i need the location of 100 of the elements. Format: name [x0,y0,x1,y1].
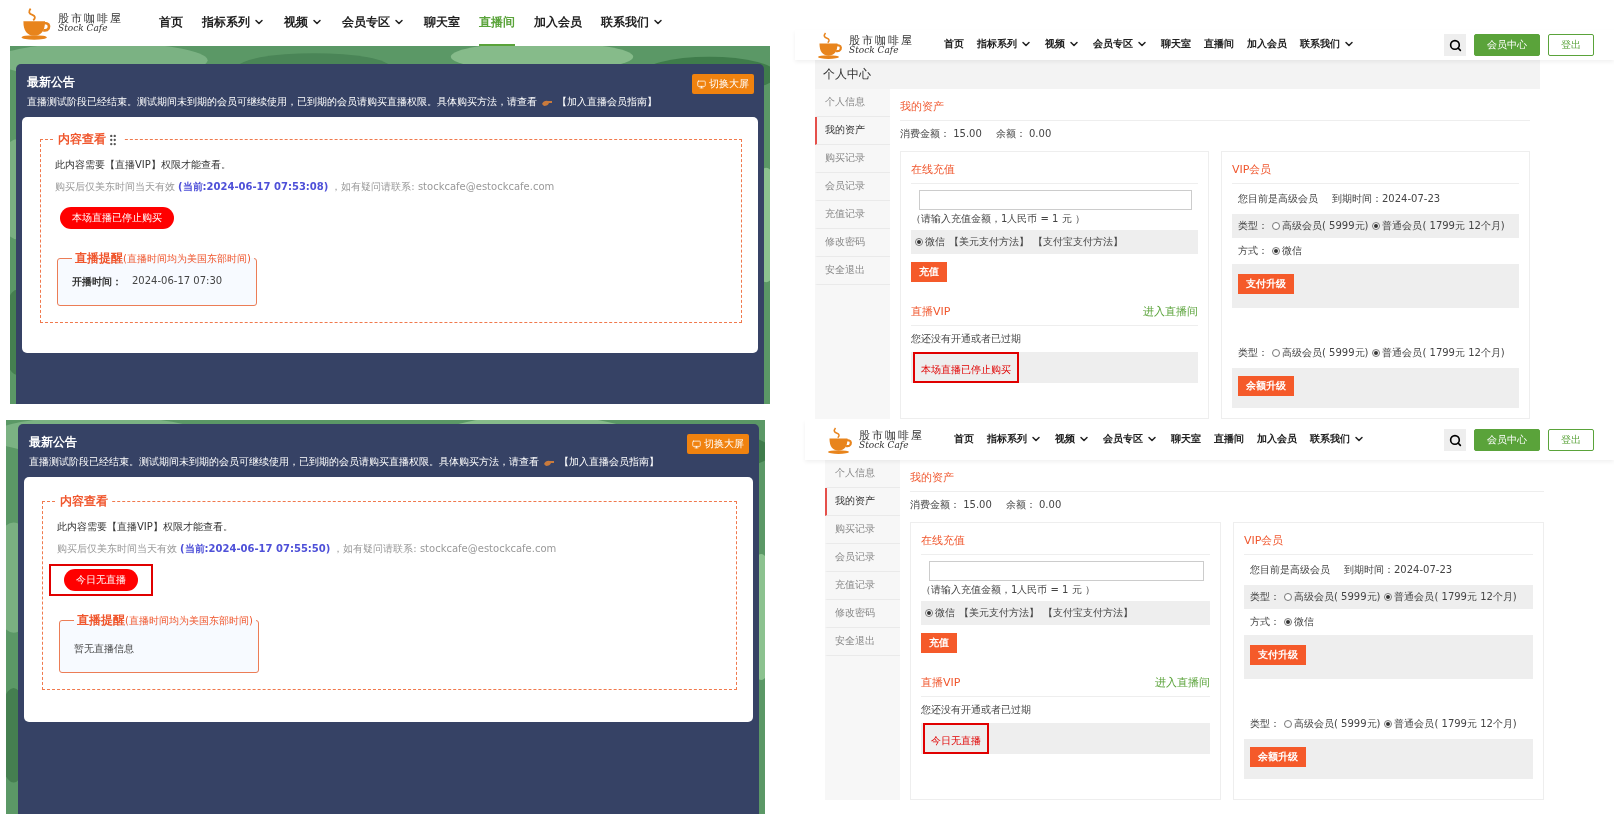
nav-item[interactable]: 会员专区 [342,0,405,46]
type-label: 类型： [1238,219,1268,233]
radio-button[interactable] [1272,349,1280,357]
nav-item[interactable]: 指标系列 [977,30,1032,60]
contact-text: ，如有疑问请联系: stockcafe@estockcafe.com [331,180,555,194]
live-status-button[interactable]: 今日无直播 [64,569,138,591]
nav-item[interactable]: 加入会员 [1247,30,1287,60]
panel-title: 内容查看 [58,131,106,148]
expiry-date: 到期时间：2024-07-23 [1332,192,1441,206]
payment-link[interactable]: 【美元支付方法】 [949,235,1029,249]
nav-item[interactable]: 直播间 [1204,30,1234,60]
radio-button[interactable] [1284,618,1292,626]
sidebar-item[interactable]: 会员记录 [825,544,900,572]
search-button[interactable] [1444,34,1466,56]
sidebar-item[interactable]: 修改密码 [825,600,900,628]
radio-button[interactable] [1384,593,1393,601]
amount-input[interactable] [919,190,1192,210]
balance-amount: 余额： 0.00 [1005,498,1062,512]
radio-button[interactable] [915,238,923,246]
monitor-icon [692,439,701,449]
nav-item[interactable]: 视频 [1055,420,1090,460]
radio-button[interactable] [1272,247,1280,255]
plan-option: 高级会员( 5999元) [1282,219,1369,233]
nav-item[interactable]: 加入会员 [534,0,582,46]
sidebar-item[interactable]: 购买记录 [825,516,900,544]
guide-link[interactable]: 【加入直播会员指南】 [559,455,659,469]
reminder-note: (直播时间均为美国东部时间) [125,613,253,628]
validity-hint: 购买后仅美东时间当天有效 [55,180,175,194]
nav-item[interactable]: 聊天室 [1171,420,1201,460]
card-title: 在线充值 [921,533,965,548]
notice-title: 最新公告 [29,434,77,451]
nav-item[interactable]: 直播间 [1214,420,1244,460]
payment-link[interactable]: 【支付宝支付方法】 [1033,235,1123,249]
nav-item[interactable]: 会员专区 [1093,30,1148,60]
payment-link[interactable]: 【美元支付方法】 [959,606,1039,620]
amount-hint: （请输入充值金额，1人民币 = 1 元 ） [911,212,1086,226]
permission-message: 此内容需要【直播VIP】权限才能查看。 [55,158,232,172]
nav-item[interactable]: 联系我们 [1300,30,1355,60]
sidebar-item[interactable]: 会员记录 [815,173,890,201]
sidebar-item[interactable]: 充值记录 [825,572,900,600]
plan-option: 高级会员( 5999元) [1294,590,1381,604]
search-button[interactable] [1444,429,1466,451]
monitor-icon [697,79,706,89]
plan-option: 普通会员( 1799元 12个月) [1394,717,1517,731]
nav-item[interactable]: 视频 [284,0,323,46]
plan-option: 高级会员( 5999元) [1282,346,1369,360]
notice-text: 直播测试阶段已经结束。测试期间未到期的会员可继续使用，已到期的会员请购买直播权限。具体购买方法，请查看 [29,455,539,469]
nav-item[interactable]: 加入会员 [1257,420,1297,460]
section-title: 我的资产 [900,99,944,114]
sidebar-item[interactable]: 充值记录 [815,201,890,229]
nav-item[interactable]: 首页 [159,0,183,46]
nav-item[interactable]: 指标系列 [202,0,265,46]
radio-button[interactable] [1372,222,1381,230]
nav-item[interactable]: 聊天室 [1161,30,1191,60]
sidebar-item[interactable]: 安全退出 [815,257,890,285]
method-option: 微信 [1294,615,1314,629]
permission-message: 此内容需要【直播VIP】权限才能查看。 [57,520,234,534]
reminder-title: 直播提醒 [75,250,123,267]
nav-item[interactable]: 联系我们 [601,0,664,46]
sidebar-item[interactable]: 安全退出 [825,628,900,656]
nav-item[interactable]: 视频 [1045,30,1080,60]
nav-item[interactable]: 首页 [944,30,964,60]
logo-name: 股市咖啡屋 [849,34,914,47]
method-option: 微信 [1282,244,1302,258]
nav-item[interactable]: 会员专区 [1103,420,1158,460]
card-title: VIP会员 [1232,162,1272,177]
radio-button[interactable] [1272,222,1280,230]
live-status-button[interactable]: 本场直播已停止购买 [60,207,174,229]
radio-button[interactable] [1284,720,1292,728]
reminder-title: 直播提醒 [77,612,125,629]
radio-button[interactable] [1372,349,1381,357]
nav-item[interactable]: 首页 [954,420,974,460]
plan-option: 普通会员( 1799元 12个月) [1382,219,1505,233]
current-time: (当前:2024-06-17 07:53:08) [178,180,329,194]
radio-button[interactable] [925,609,933,617]
expiry-date: 到期时间：2024-07-23 [1344,563,1453,577]
payment-link[interactable]: 【支付宝支付方法】 [1043,606,1133,620]
empty-message: 暂无直播信息 [74,643,134,654]
member-status: 您目前是高级会员 [1238,192,1318,206]
sidebar-item[interactable]: 我的资产 [825,488,900,516]
plan-option: 高级会员( 5999元) [1294,717,1381,731]
sidebar-item[interactable]: 个人信息 [815,89,890,117]
nav-item[interactable]: 聊天室 [424,0,460,46]
search-icon [1448,433,1462,447]
sidebar-item[interactable]: 修改密码 [815,229,890,257]
radio-button[interactable] [1284,593,1292,601]
nav-item[interactable]: 联系我们 [1310,420,1365,460]
sidebar-item[interactable]: 个人信息 [825,460,900,488]
nav-item[interactable]: 指标系列 [987,420,1042,460]
amount-input[interactable] [929,561,1204,581]
card-title: VIP会员 [1244,533,1284,548]
radio-button[interactable] [1384,720,1393,728]
sidebar-item[interactable]: 购买记录 [815,145,890,173]
method-label: 方式： [1238,244,1268,258]
current-time: (当前:2024-06-17 07:55:50) [180,542,331,556]
page-header: 个人中心 [815,60,1540,89]
method-label: 方式： [1250,615,1280,629]
guide-link[interactable]: 【加入直播会员指南】 [557,95,657,109]
live-status-text: 本场直播已停止购买 [921,364,1011,375]
sidebar-item[interactable]: 我的资产 [815,117,890,145]
